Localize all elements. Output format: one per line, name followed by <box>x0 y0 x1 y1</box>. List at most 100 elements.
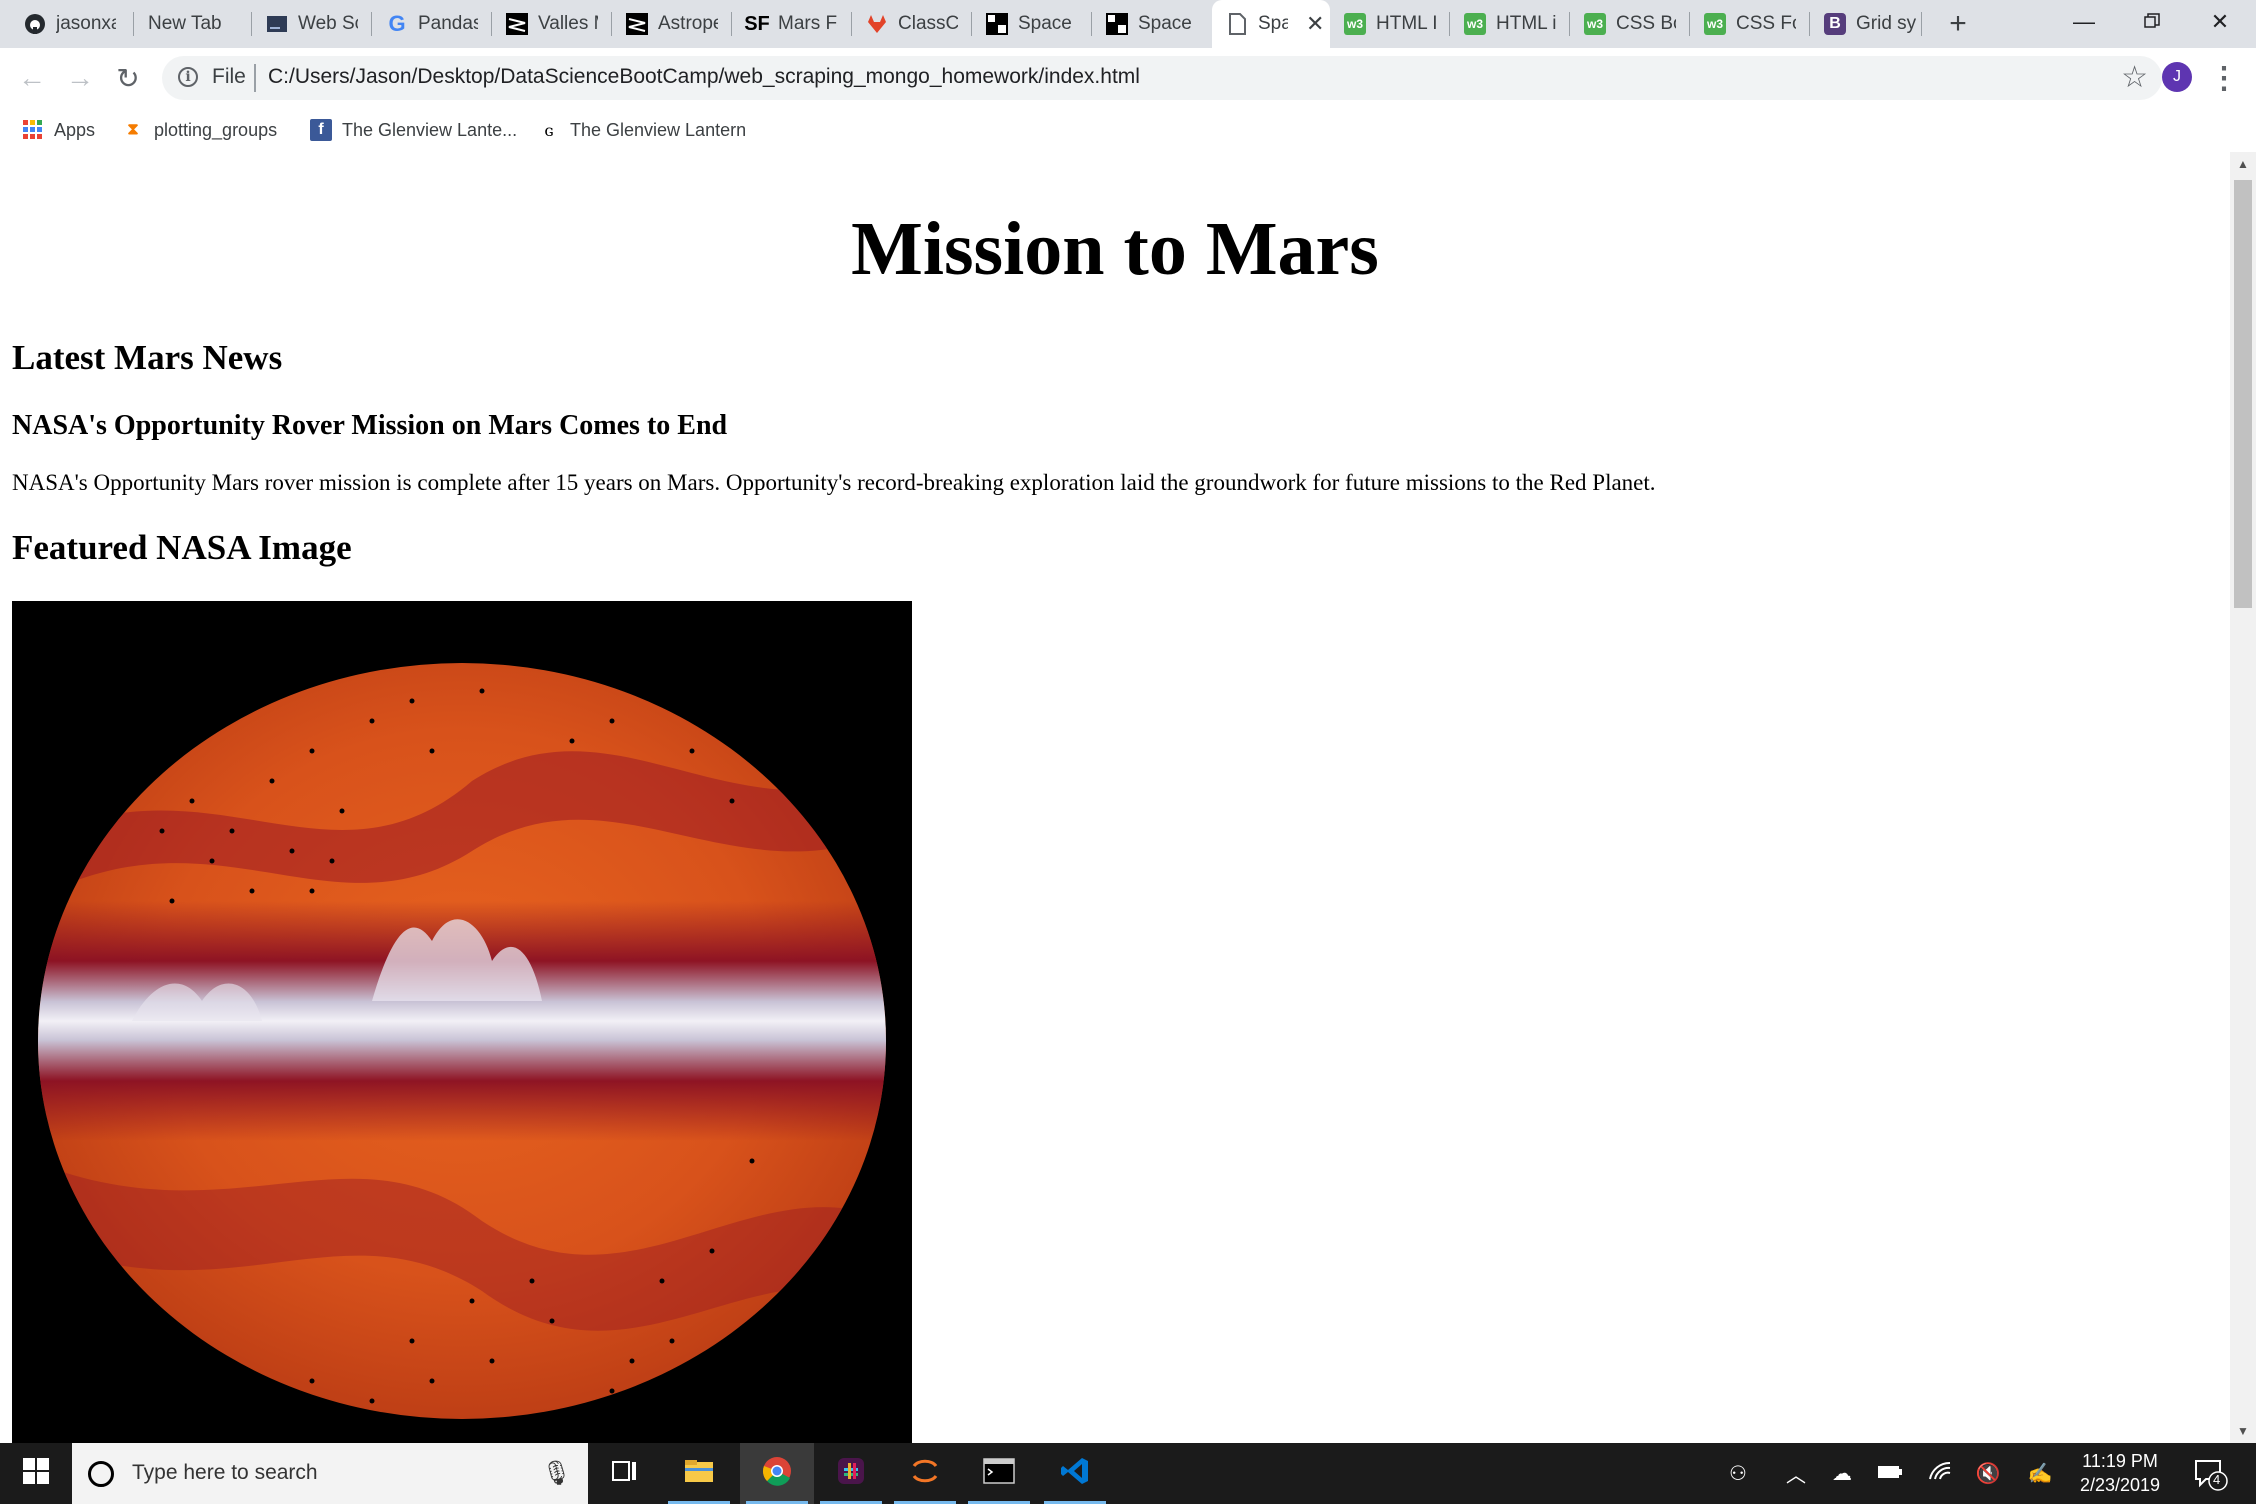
bookmark-apps[interactable]: Apps <box>22 112 95 148</box>
action-center-button[interactable]: 4 <box>2192 1455 2228 1491</box>
bookmark-glenview-lantern-facebook[interactable]: f The Glenview Lante... <box>310 112 517 148</box>
info-icon[interactable]: i <box>178 67 198 87</box>
tab-space-active[interactable]: Spa ✕ <box>1212 0 1330 48</box>
bookmark-plotting-groups[interactable]: ⧗ plotting_groups <box>122 112 277 148</box>
tab-pandas[interactable]: G Pandas <box>372 0 492 48</box>
news-teaser: NASA's Opportunity Mars rover mission is… <box>12 470 1656 495</box>
featured-image-heading: Featured NASA Image <box>12 528 352 567</box>
nasa-jpl-icon <box>626 13 648 35</box>
clock-date: 2/23/2019 <box>2079 1475 2161 1495</box>
bookmark-glenview-lantern[interactable]: ɢ The Glenview Lantern <box>538 112 746 148</box>
tray-pen[interactable]: ✍ <box>2020 1443 2060 1504</box>
taskbar-jupyter[interactable] <box>888 1443 962 1504</box>
plus-icon: + <box>1949 7 1967 40</box>
cortana-icon <box>88 1461 114 1487</box>
scroll-down-arrow-icon[interactable]: ▼ <box>2230 1419 2256 1443</box>
people-icon: ⚇ <box>1729 1463 1747 1485</box>
tab-grid-system[interactable]: B Grid sy <box>1810 0 1922 48</box>
pen-icon: ✍ <box>2027 1463 2053 1485</box>
file-scheme-label: File <box>212 65 246 88</box>
profile-avatar[interactable]: J <box>2162 62 2192 92</box>
tab-valles-marineris[interactable]: Valles M <box>492 0 612 48</box>
task-view-button[interactable] <box>588 1443 662 1504</box>
slack-icon <box>836 1456 866 1491</box>
w3schools-icon: w3 <box>1464 13 1486 35</box>
arrow-right-icon: → <box>66 62 94 93</box>
page-title: Mission to Mars <box>851 207 1379 291</box>
w3schools-icon: w3 <box>1584 13 1606 35</box>
taskbar-slack[interactable] <box>814 1443 888 1504</box>
taskbar-vscode[interactable] <box>1038 1443 1112 1504</box>
hourglass-icon: ⧗ <box>127 121 139 138</box>
microphone-icon[interactable]: 🎙 <box>542 1459 572 1488</box>
page-viewport: Mission to Mars Latest Mars News NASA's … <box>0 152 2230 1443</box>
tray-onedrive[interactable]: ☁ <box>1822 1443 1862 1504</box>
close-icon: ✕ <box>2210 9 2230 34</box>
clock-time: 11:19 PM <box>2082 1451 2158 1471</box>
featured-nasa-image <box>12 601 912 1443</box>
vscode-icon <box>1060 1456 1090 1491</box>
facebook-icon: f <box>310 119 332 141</box>
close-window-button[interactable]: ✕ <box>2186 0 2254 44</box>
tab-web-scraping[interactable]: Web Sc <box>252 0 372 48</box>
tab-space-images-1[interactable]: Space I <box>972 0 1092 48</box>
tab-html-2[interactable]: w3 HTML i <box>1450 0 1570 48</box>
tab-new-tab[interactable]: New Tab <box>134 0 252 48</box>
tab-github[interactable]: jasonxa <box>10 0 134 48</box>
sf-icon: SF <box>744 12 770 35</box>
tab-classcode[interactable]: ClassCo <box>852 0 972 48</box>
space-images-icon <box>1106 13 1128 35</box>
vertical-scrollbar[interactable]: ▲ ▼ <box>2230 152 2256 1443</box>
taskbar-search-box[interactable]: Type here to search 🎙 <box>72 1443 588 1504</box>
browser-toolbar: ← → ↻ i File C:/Users/Jason/Desktop/Data… <box>0 48 2256 108</box>
battery-icon <box>1877 1462 1903 1485</box>
new-tab-button[interactable]: + <box>1940 6 1976 42</box>
taskbar-file-explorer[interactable] <box>662 1443 736 1504</box>
reload-button[interactable]: ↻ <box>110 60 146 96</box>
tab-html-1[interactable]: w3 HTML I <box>1330 0 1450 48</box>
tab-space-images-2[interactable]: Space I <box>1092 0 1212 48</box>
scroll-thumb[interactable] <box>2234 180 2252 608</box>
tray-battery[interactable] <box>1870 1443 1910 1504</box>
address-separator <box>254 64 256 92</box>
google-icon: G <box>388 11 406 36</box>
nasa-jpl-icon <box>506 13 528 35</box>
taskbar-chrome[interactable] <box>740 1443 814 1504</box>
tray-volume-muted[interactable]: 🔇 <box>1968 1443 2008 1504</box>
jupyter-icon <box>910 1456 940 1491</box>
apps-grid-icon <box>22 119 44 141</box>
notification-icon <box>2195 1460 2228 1491</box>
kebab-menu-icon[interactable]: ⋮ <box>2209 60 2239 96</box>
close-tab-icon[interactable]: ✕ <box>1306 11 1324 37</box>
scroll-up-arrow-icon[interactable]: ▲ <box>2230 152 2256 176</box>
w3schools-icon: w3 <box>1344 13 1366 35</box>
latest-news-heading: Latest Mars News <box>12 338 283 377</box>
cloud-icon: ☁ <box>1832 1463 1852 1485</box>
wifi-icon <box>1928 1461 1952 1487</box>
start-button[interactable] <box>0 1443 72 1504</box>
taskbar-clock[interactable]: 11:19 PM 2/23/2019 <box>2072 1449 2168 1497</box>
forward-button[interactable]: → <box>62 60 98 96</box>
tab-astropedia[interactable]: Astrope <box>612 0 732 48</box>
bookmarks-bar: Apps ⧗ plotting_groups f The Glenview La… <box>0 108 2256 152</box>
url-text[interactable]: C:/Users/Jason/Desktop/DataScienceBootCa… <box>268 65 1140 89</box>
space-images-icon <box>986 13 1008 35</box>
bootstrap-icon: B <box>1824 13 1846 35</box>
taskbar-terminal[interactable] <box>962 1443 1036 1504</box>
bookmark-star-icon[interactable]: ☆ <box>2121 60 2148 95</box>
windows-taskbar: Type here to search 🎙 ⚇ ︿ ☁ 🔇 ✍ 11:19 PM… <box>0 1443 2256 1504</box>
gitlab-icon <box>866 13 888 35</box>
restore-button[interactable] <box>2118 0 2186 44</box>
tray-show-hidden[interactable]: ︿ <box>1778 1443 1814 1504</box>
minimize-button[interactable]: — <box>2050 0 2118 44</box>
tab-css-borders[interactable]: w3 CSS Bo <box>1570 0 1690 48</box>
github-icon <box>24 13 46 35</box>
terminal-icon <box>983 1458 1015 1489</box>
tab-mars-facts[interactable]: SF Mars Fa <box>732 0 852 48</box>
tray-wifi[interactable] <box>1920 1443 1960 1504</box>
tray-people[interactable]: ⚇ <box>1718 1443 1758 1504</box>
tab-css-forms[interactable]: w3 CSS Fo <box>1690 0 1810 48</box>
back-button[interactable]: ← <box>14 60 50 96</box>
glenview-lantern-logo-icon: ɢ <box>544 120 554 140</box>
address-bar[interactable]: i File C:/Users/Jason/Desktop/DataScienc… <box>162 56 2162 100</box>
